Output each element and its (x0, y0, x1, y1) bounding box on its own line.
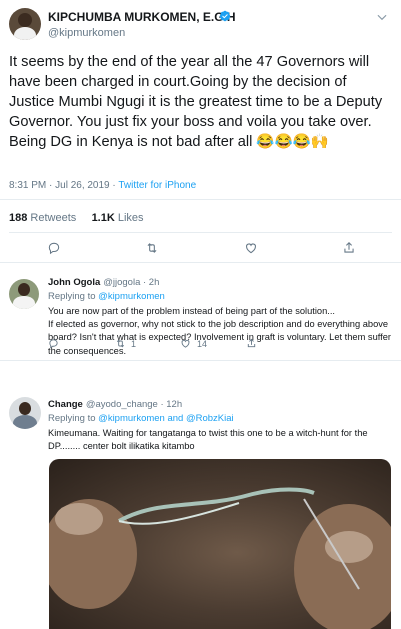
replying-to-label: Replying to (48, 413, 99, 424)
reply-tweet[interactable]: Change @ayodo_change · 12h Replying to @k… (0, 362, 401, 629)
reply-author-name[interactable]: Change (48, 399, 83, 410)
divider (9, 232, 392, 233)
replying-to: Replying to @kipmurkomen and @RobzKiai (48, 413, 234, 424)
tweet-source[interactable]: Twitter for iPhone (118, 180, 196, 191)
likes-label[interactable]: Likes (118, 212, 144, 224)
chevron-down-icon[interactable] (375, 10, 389, 24)
verified-badge-icon (219, 10, 231, 22)
divider (0, 199, 401, 200)
author-avatar[interactable] (9, 8, 41, 40)
replying-to-mention[interactable]: @kipmurkomen and @RobzKiai (98, 413, 233, 424)
author-handle[interactable]: @kipmurkomen (48, 27, 125, 39)
reply-handle-time[interactable]: @ayodo_change · 12h (86, 399, 182, 410)
reply-header: Change @ayodo_change · 12h (48, 399, 182, 410)
reply-avatar[interactable] (9, 279, 39, 309)
reply-handle-time[interactable]: @jjogola · 2h (103, 277, 159, 288)
author-name[interactable]: KIPCHUMBA MURKOMEN, E.G.H (48, 10, 236, 24)
reply-author-name[interactable]: John Ogola (48, 277, 100, 288)
tweet-stats: 188 Retweets 1.1K Likes (9, 212, 144, 224)
retweets-count[interactable]: 188 (9, 212, 27, 224)
reply-text: Kimeumana. Waiting for tangatanga to twi… (48, 428, 371, 452)
like-icon[interactable] (180, 338, 191, 349)
likes-count[interactable]: 1.1K (92, 212, 115, 224)
reply-icon[interactable] (47, 241, 61, 255)
replying-to: Replying to @kipmurkomen (48, 291, 165, 302)
reply-retweet-count: 1 (131, 339, 137, 349)
retweet-icon[interactable] (145, 241, 159, 255)
reply-like-count: 14 (197, 339, 208, 349)
retweet-icon[interactable] (115, 338, 126, 349)
replying-to-label: Replying to (48, 291, 99, 302)
timestamp[interactable]: 8:31 PM · Jul 26, 2019 · (9, 180, 118, 191)
retweets-label[interactable]: Retweets (30, 212, 76, 224)
tweet-text: It seems by the end of the year all the … (9, 54, 387, 150)
reply-icon[interactable] (48, 338, 59, 349)
main-tweet: KIPCHUMBA MURKOMEN, E.G.H @kipmurkomen I… (0, 0, 401, 263)
replying-to-mention[interactable]: @kipmurkomen (98, 291, 165, 302)
share-icon[interactable] (342, 241, 356, 255)
reply-avatar[interactable] (9, 397, 41, 429)
like-icon[interactable] (244, 241, 258, 255)
share-icon[interactable] (246, 338, 257, 349)
reply-text: You are now part of the problem instead … (48, 306, 392, 356)
tweet-meta: 8:31 PM · Jul 26, 2019 · Twitter for iPh… (9, 180, 196, 191)
photo-illustration (49, 487, 391, 629)
reply-header: John Ogola @jjogola · 2h (48, 277, 159, 288)
attached-photo[interactable] (49, 459, 391, 629)
reply-tweet[interactable]: John Ogola @jjogola · 2h Replying to @kip… (0, 264, 401, 361)
